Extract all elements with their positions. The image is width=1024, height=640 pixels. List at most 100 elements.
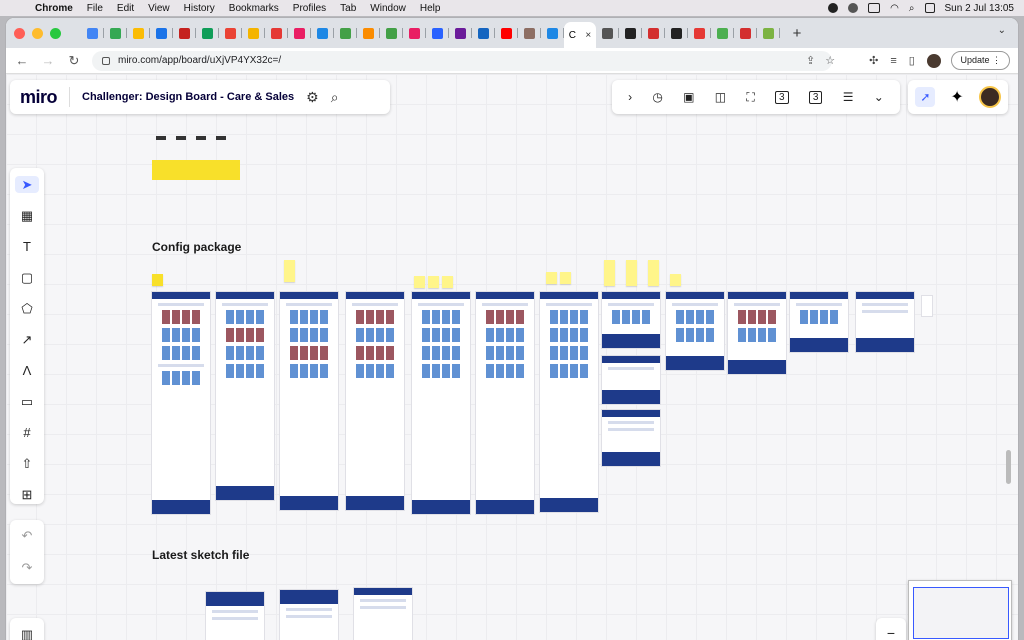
url-text[interactable]: miro.com/app/board/uXjVP4YX32c=/ [118, 55, 281, 66]
browser-tab[interactable] [472, 22, 495, 44]
menubar-clock[interactable]: Sun 2 Jul 13:05 [945, 3, 1015, 14]
shapes-icon[interactable]: ⬠ [15, 300, 39, 317]
counter-a[interactable]: 3 [775, 90, 789, 104]
pen-icon[interactable]: Λ [15, 362, 39, 379]
board-frame[interactable] [602, 356, 660, 404]
browser-tab[interactable] [357, 22, 380, 44]
browser-tab[interactable] [334, 22, 357, 44]
board-frame[interactable] [206, 592, 264, 640]
menu-view[interactable]: View [141, 3, 177, 14]
back-arrow-icon[interactable]: ← [14, 53, 30, 68]
sticky-note[interactable] [284, 260, 295, 282]
board-frame[interactable] [476, 292, 534, 514]
notes-icon[interactable]: ☰ [843, 90, 854, 104]
forward-arrow-icon[interactable]: → [40, 53, 56, 68]
sticky-note[interactable] [626, 260, 637, 286]
board-frame[interactable] [602, 292, 660, 348]
search-icon[interactable]: ⌕ [331, 89, 339, 106]
sticky-note[interactable] [648, 260, 659, 286]
vertical-scrollbar[interactable] [1006, 450, 1011, 484]
menu-edit[interactable]: Edit [110, 3, 141, 14]
menu-bookmarks[interactable]: Bookmarks [222, 3, 286, 14]
sticky-note-icon[interactable]: ▢ [15, 269, 39, 286]
board-frame[interactable] [602, 410, 660, 466]
menu-history[interactable]: History [177, 3, 222, 14]
creative-cloud-icon[interactable] [828, 3, 839, 13]
sticky-note[interactable] [442, 276, 453, 288]
board-frame[interactable] [790, 292, 848, 352]
undo-icon[interactable]: ↶ [22, 528, 33, 544]
board-title[interactable]: Challenger: Design Board - Care & Sales [82, 91, 294, 103]
share-screen-icon[interactable]: ◫ [715, 90, 726, 104]
browser-tab[interactable] [127, 22, 150, 44]
sticky-note[interactable] [428, 276, 439, 288]
board-frame[interactable] [280, 590, 338, 640]
board-frame[interactable] [354, 588, 412, 640]
text-tool-icon[interactable]: T [15, 238, 39, 255]
board-frame[interactable] [216, 292, 274, 500]
wifi-icon[interactable]: ◠ [890, 3, 899, 14]
board-panel-toggle[interactable]: ▥ [10, 618, 44, 640]
more-chevron-icon[interactable]: ⌄ [874, 90, 884, 104]
browser-tab[interactable] [104, 22, 127, 44]
add-more-icon[interactable]: ⊞ [15, 486, 39, 503]
browser-tab[interactable] [688, 22, 711, 44]
user-avatar[interactable] [978, 86, 1001, 108]
sticky-note[interactable] [546, 272, 557, 284]
upload-icon[interactable]: ⇧ [15, 455, 39, 472]
section-title-config[interactable]: Config package [152, 240, 241, 254]
extensions-puzzle-icon[interactable]: ✣ [869, 54, 878, 67]
browser-tab[interactable] [150, 22, 173, 44]
board-frame[interactable] [856, 292, 914, 352]
sticky-note[interactable] [414, 276, 425, 288]
menu-help[interactable]: Help [413, 3, 448, 14]
counter-b[interactable]: 3 [808, 90, 823, 104]
browser-tab[interactable] [426, 22, 449, 44]
sticky-note[interactable] [560, 272, 571, 284]
redo-icon[interactable]: ↷ [22, 560, 33, 576]
browser-tab[interactable] [541, 22, 564, 44]
sticky-note[interactable] [152, 274, 163, 286]
connection-line-icon[interactable]: ↗ [15, 331, 39, 348]
browser-tab[interactable] [619, 22, 642, 44]
section-title-sketch[interactable]: Latest sketch file [152, 548, 249, 562]
menu-tab[interactable]: Tab [333, 3, 363, 14]
browser-tab[interactable] [518, 22, 541, 44]
control-center-icon[interactable] [924, 3, 935, 13]
celebrate-icon[interactable]: ✦ [950, 87, 963, 107]
settings-gear-icon[interactable]: ⚙ [306, 89, 319, 106]
board-frame[interactable] [152, 160, 240, 180]
browser-tab[interactable] [449, 22, 472, 44]
reload-icon[interactable]: ↻ [66, 53, 82, 69]
browser-tab[interactable] [196, 22, 219, 44]
browser-tab[interactable] [311, 22, 334, 44]
browser-tab[interactable] [173, 22, 196, 44]
browser-tab[interactable] [242, 22, 265, 44]
side-panel-icon[interactable]: ▯ [909, 54, 915, 67]
browser-tab[interactable] [596, 22, 619, 44]
profile-avatar[interactable] [926, 53, 941, 68]
browser-tab[interactable] [495, 22, 518, 44]
spotlight-icon[interactable]: ⌕ [909, 3, 915, 14]
close-tab-icon[interactable]: × [585, 30, 591, 41]
browser-tab[interactable] [288, 22, 311, 44]
cloud-icon[interactable] [848, 3, 859, 13]
comment-icon[interactable]: ▭ [15, 393, 39, 410]
timer-icon[interactable]: ◷ [652, 90, 662, 104]
miro-board-canvas[interactable]: miro Challenger: Design Board - Care & S… [6, 74, 1018, 640]
close-window-button[interactable] [14, 27, 25, 39]
browser-tab[interactable] [265, 22, 288, 44]
browser-tab[interactable] [642, 22, 665, 44]
focus-icon[interactable]: ⛶ [746, 90, 754, 105]
minimize-window-button[interactable] [32, 27, 43, 39]
frame-icon[interactable]: # [15, 424, 39, 441]
menu-profiles[interactable]: Profiles [286, 3, 333, 14]
chevron-right-icon[interactable]: › [628, 90, 632, 104]
board-frame[interactable] [346, 292, 404, 510]
browser-tab[interactable] [757, 22, 780, 44]
sticky-note[interactable] [604, 260, 615, 286]
menu-window[interactable]: Window [363, 3, 413, 14]
sticky-note[interactable] [670, 274, 681, 286]
browser-tab[interactable] [665, 22, 688, 44]
reading-list-icon[interactable]: ≡ [890, 55, 896, 67]
